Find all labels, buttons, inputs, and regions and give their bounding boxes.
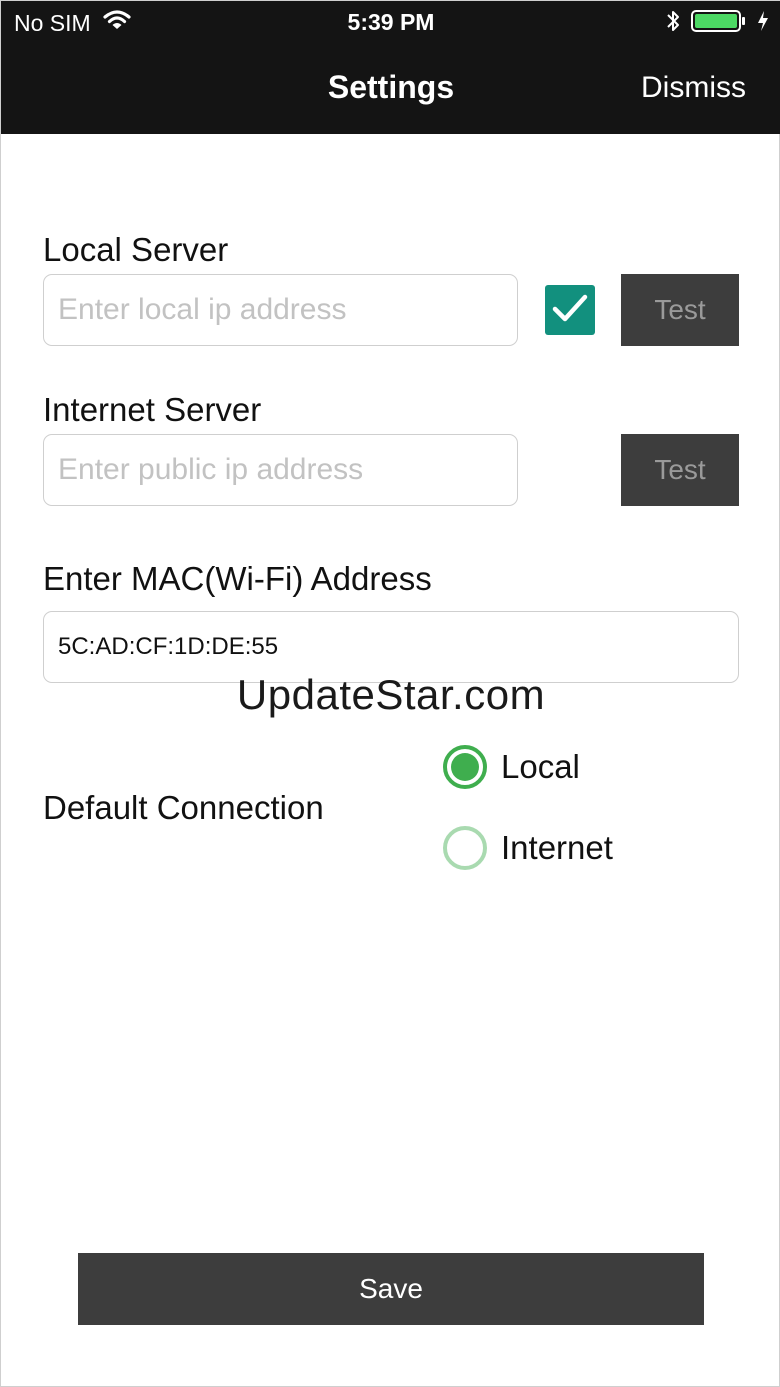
- status-right-group: [665, 9, 769, 39]
- radio-local-label: Local: [501, 748, 580, 785]
- internet-server-label: Internet Server: [43, 391, 262, 428]
- radio-local[interactable]: Local: [443, 745, 580, 789]
- radio-unselected-icon: [443, 826, 487, 870]
- bluetooth-icon: [665, 9, 681, 39]
- mac-address-label: Enter MAC(Wi-Fi) Address: [43, 560, 432, 597]
- local-server-label: Local Server: [43, 231, 229, 268]
- header-bar: No SIM 5:39 PM Settings Dismiss: [1, 1, 780, 134]
- local-test-button[interactable]: Test: [621, 274, 739, 346]
- public-ip-input[interactable]: [43, 434, 518, 506]
- internet-test-button[interactable]: Test: [621, 434, 739, 506]
- save-button[interactable]: Save: [78, 1253, 704, 1325]
- screen-frame: No SIM 5:39 PM Settings Dismiss Local Se…: [0, 0, 780, 1387]
- charging-icon: [757, 10, 769, 38]
- dismiss-button[interactable]: Dismiss: [641, 71, 746, 105]
- watermark-text: UpdateStar.com: [236, 671, 546, 718]
- radio-selected-icon: [443, 745, 487, 789]
- checkmark-icon: [551, 292, 589, 329]
- local-server-checkbox[interactable]: [545, 285, 595, 335]
- battery-icon: [691, 9, 747, 39]
- radio-internet[interactable]: Internet: [443, 826, 613, 870]
- status-time: 5:39 PM: [347, 9, 435, 35]
- radio-internet-label: Internet: [501, 829, 613, 866]
- local-ip-input[interactable]: [43, 274, 518, 346]
- default-connection-label: Default Connection: [43, 789, 324, 826]
